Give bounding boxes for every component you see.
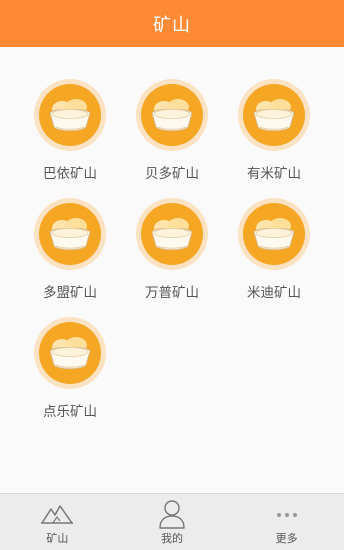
gold-ingot-icon xyxy=(34,79,106,151)
gold-ingot-icon xyxy=(136,198,208,270)
tab-label: 更多 xyxy=(275,532,298,545)
page-header: 矿山 xyxy=(0,0,344,47)
gold-ingot-icon xyxy=(34,198,106,270)
mine-item-label: 万普矿山 xyxy=(145,285,199,301)
mines-screen: 矿山 巴依矿山 贝多矿山 有米矿山 多盟矿山 万普矿山 米迪矿山 点乐矿山 矿山… xyxy=(0,0,344,550)
tab-mines[interactable]: 矿山 xyxy=(0,494,115,550)
mine-item-bayi[interactable]: 巴依矿山 xyxy=(20,79,120,189)
mine-item-label: 点乐矿山 xyxy=(43,404,97,420)
mine-item-label: 米迪矿山 xyxy=(247,285,301,301)
mine-item-label: 巴依矿山 xyxy=(43,166,97,182)
mine-item-wanpu[interactable]: 万普矿山 xyxy=(122,198,222,308)
bottom-tab-bar: 矿山 我的 更多 xyxy=(0,493,344,550)
mine-item-dianle[interactable]: 点乐矿山 xyxy=(20,317,120,427)
gold-ingot-icon xyxy=(136,79,208,151)
gold-ingot-icon xyxy=(238,79,310,151)
page-title: 矿山 xyxy=(153,14,191,36)
tab-profile[interactable]: 我的 xyxy=(115,494,230,550)
user-icon xyxy=(155,500,189,529)
mine-item-youmi[interactable]: 有米矿山 xyxy=(224,79,324,189)
tab-label: 矿山 xyxy=(46,532,69,545)
mountain-icon xyxy=(40,500,74,528)
mine-item-label: 贝多矿山 xyxy=(145,166,199,182)
more-dots-icon xyxy=(270,500,304,528)
tab-label: 我的 xyxy=(161,532,183,545)
mine-item-duomeng[interactable]: 多盟矿山 xyxy=(20,198,120,308)
gold-ingot-icon xyxy=(34,317,106,389)
mine-item-label: 多盟矿山 xyxy=(43,285,97,301)
mine-grid: 巴依矿山 贝多矿山 有米矿山 多盟矿山 万普矿山 米迪矿山 点乐矿山 xyxy=(0,47,344,493)
tab-more[interactable]: 更多 xyxy=(229,494,344,550)
mine-item-label: 有米矿山 xyxy=(247,166,301,182)
gold-ingot-icon xyxy=(238,198,310,270)
mine-item-midi[interactable]: 米迪矿山 xyxy=(224,198,324,308)
mine-item-beiduo[interactable]: 贝多矿山 xyxy=(122,79,222,189)
